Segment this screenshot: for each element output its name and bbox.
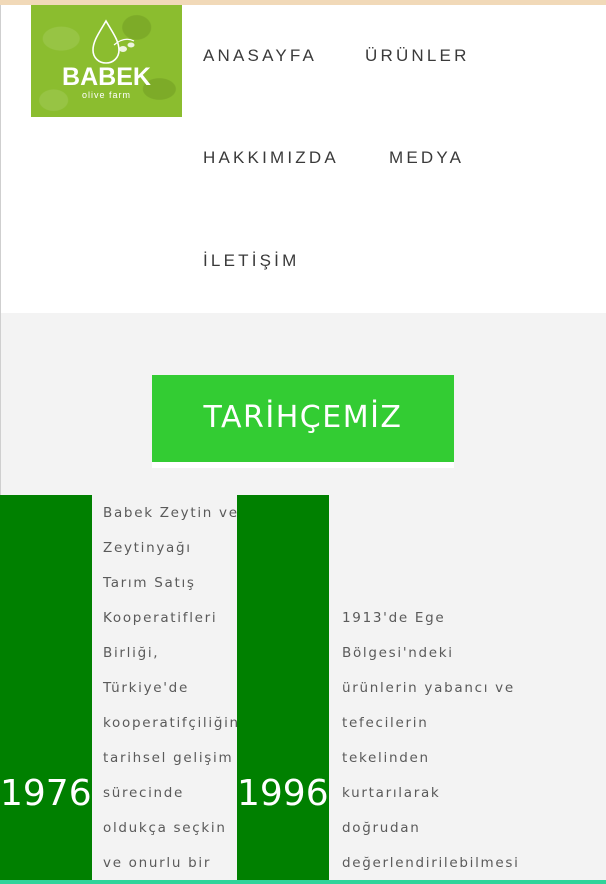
timeline-text-line: Türkiye'de	[103, 680, 189, 696]
timeline-text-line: değerlendirilebilmesi	[342, 855, 520, 871]
olive-drop-icon	[92, 19, 135, 64]
timeline-text-line: Zeytinyağı	[103, 540, 192, 556]
timeline-text-line: Tarım Satış	[103, 575, 196, 591]
timeline-text-line: ve onurlu bir	[103, 855, 212, 871]
site-header: BABEK olive farm ANASAYFA ÜRÜNLER HAKKIM…	[1, 5, 606, 313]
timeline-year: 1996	[237, 773, 329, 814]
nav-item-urunler[interactable]: ÜRÜNLER	[365, 46, 470, 66]
section-title-box: TARİHÇEMİZ	[152, 375, 454, 468]
timeline-text-line: tarihsel gelişim	[103, 750, 234, 766]
timeline-text: Babek Zeytin ve Zeytinyağı Tarım Satış K…	[103, 496, 240, 881]
timeline-text-line: doğrudan	[342, 820, 421, 836]
timeline-year: 1976	[0, 773, 92, 814]
timeline-year-block: 1976	[0, 495, 92, 884]
logo-brand-text: BABEK	[62, 63, 151, 91]
timeline-text-line: 1913'de Ege	[342, 610, 446, 626]
timeline-text-line: Bölgesi'ndeki	[342, 645, 454, 661]
timeline-text: 1913'de Ege Bölgesi'ndeki ürünlerin yaba…	[342, 601, 520, 881]
timeline-text-line: ürünlerin yabancı ve	[342, 680, 515, 696]
nav-item-anasayfa[interactable]: ANASAYFA	[203, 46, 317, 66]
nav-item-hakkimizda[interactable]: HAKKIMIZDA	[203, 148, 339, 168]
logo-sub-text: olive farm	[81, 90, 131, 100]
timeline-text-line: kurtarılarak	[342, 785, 441, 801]
timeline-text-line: Babek Zeytin ve	[103, 505, 239, 521]
bottom-accent-bar	[0, 880, 606, 884]
timeline-text-line: oldukça seçkin	[103, 820, 227, 836]
site-logo[interactable]: BABEK olive farm	[31, 5, 182, 117]
timeline-text-line: tefecilerin	[342, 715, 429, 731]
timeline-text-line: Kooperatifleri	[103, 610, 218, 626]
timeline-text-line: sürecinde	[103, 785, 185, 801]
nav-item-iletisim[interactable]: İLETİŞİM	[203, 251, 299, 271]
timeline-text-line: tekelinden	[342, 750, 430, 766]
timeline-year-block: 1996	[237, 495, 329, 884]
section-title: TARİHÇEMİZ	[203, 400, 403, 435]
timeline-text-line: kooperatifçiliğin	[103, 715, 240, 731]
timeline-text-line: Birliği,	[103, 645, 160, 661]
nav-item-medya[interactable]: MEDYA	[389, 148, 464, 168]
